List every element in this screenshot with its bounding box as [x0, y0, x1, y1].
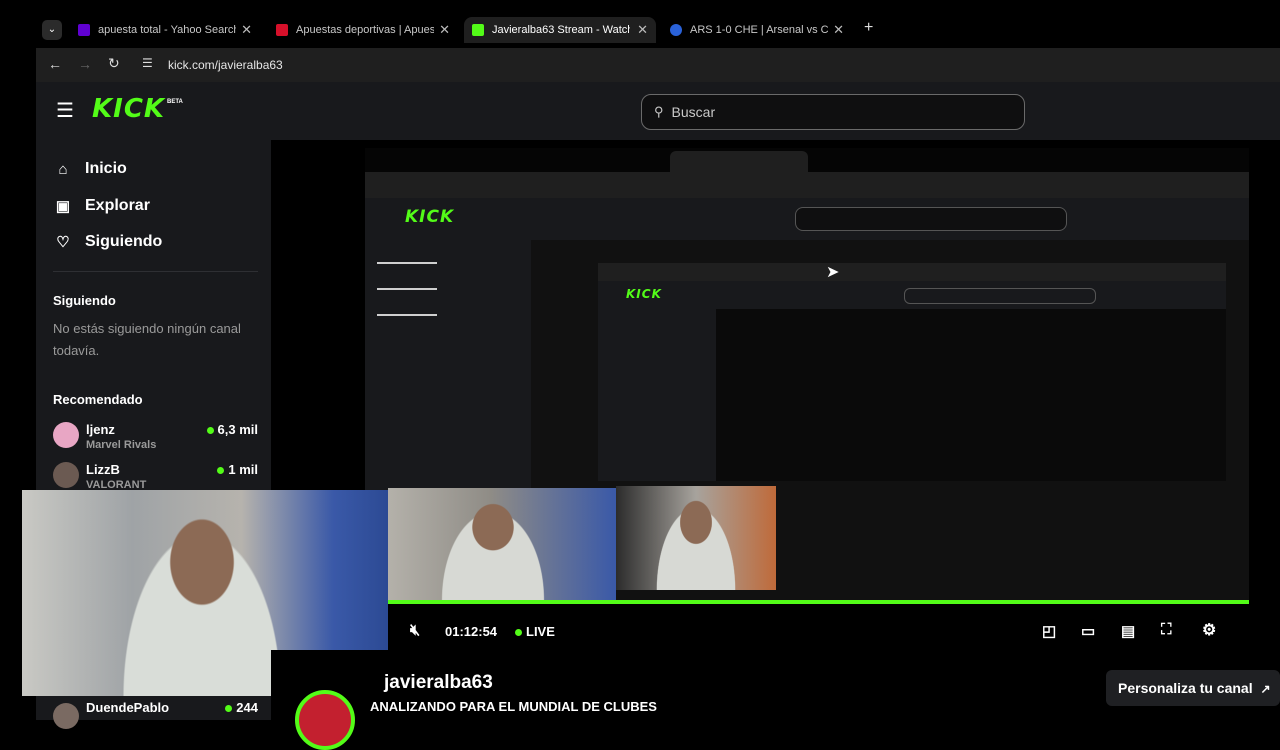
live-dot-icon — [515, 629, 522, 637]
viewer-count: 1 mil — [217, 462, 258, 477]
tab-yahoo[interactable]: apuesta total - Yahoo Search Tu ✕ — [70, 17, 260, 43]
forward-icon[interactable]: → — [78, 56, 92, 72]
sidebar-divider — [53, 271, 258, 272]
close-tab-icon[interactable]: ✕ — [439, 22, 450, 38]
nested-kick-logo: KICK — [405, 207, 455, 227]
viewer-count-text: 1 mil — [228, 462, 258, 477]
list-item[interactable]: DuendePablo 244 — [53, 700, 258, 729]
clip-icon[interactable]: ▤ — [1121, 622, 1135, 640]
tab-title: Javieralba63 Stream - Watch Li — [492, 24, 630, 36]
channel-name: DuendePablo — [86, 700, 170, 715]
search-input[interactable]: ⚲ Buscar — [641, 94, 1025, 130]
nested-active-tab — [670, 151, 808, 172]
inner-sidebar — [598, 309, 716, 481]
beta-badge: BETA — [167, 99, 183, 105]
inner-url-bar — [598, 263, 1226, 281]
home-icon: ⌂ — [58, 160, 68, 178]
channel-avatar[interactable] — [295, 690, 355, 750]
close-tab-icon[interactable]: ✕ — [241, 22, 252, 38]
channel-name: LizzB — [86, 462, 120, 477]
following-empty-text: No estás siguiendo ningún canal todavía. — [53, 321, 241, 358]
list-item[interactable]: ljenz Marvel Rivals 6,3 mil — [53, 422, 258, 456]
theater-icon[interactable]: ▭ — [1081, 622, 1095, 640]
stream-progress-bar[interactable] — [388, 600, 1249, 604]
yahoo-favicon-icon — [78, 24, 90, 36]
search-placeholder: Buscar — [671, 104, 716, 120]
kick-header: ☰ KICK BETA ⚲ Buscar — [36, 82, 1280, 140]
webcam-echo-person — [646, 486, 746, 590]
close-tab-icon[interactable]: ✕ — [833, 22, 844, 38]
inner-tab-bar — [598, 245, 1226, 263]
arsenal-favicon-icon — [670, 24, 682, 36]
menu-icon[interactable]: ☰ — [56, 98, 74, 123]
settings-icon[interactable]: ⚙ — [1202, 620, 1216, 640]
webcam-echo-person — [428, 488, 558, 600]
mouse-cursor-icon: ➤ — [826, 264, 840, 281]
stream-time: 01:12:54 — [445, 624, 498, 639]
browser-tab-bar: ⌄ apuesta total - Yahoo Search Tu ✕ Apue… — [36, 14, 1280, 46]
search-icon: ⚲ — [654, 104, 664, 119]
channel-category: Marvel Rivals — [86, 439, 157, 451]
external-link-icon: ↗ — [1260, 682, 1271, 696]
recommended-title: Recomendado — [53, 392, 143, 407]
tab-title: apuesta total - Yahoo Search Tu — [98, 24, 236, 36]
channel-name: ljenz — [86, 422, 115, 437]
live-dot-icon — [217, 467, 225, 475]
sidebar-item-explorar[interactable]: ▣ Explorar — [54, 197, 150, 215]
webcam-echo-1 — [388, 488, 616, 600]
heart-icon: ♡ — [56, 234, 70, 251]
sidebar-item-label: Explorar — [85, 197, 150, 214]
new-tab-button[interactable]: + — [864, 19, 873, 37]
address-bar-row: ← → ↻ ☰ kick.com/javieralba63 — [36, 48, 1280, 82]
fullscreen-icon[interactable]: ⛶ — [1161, 621, 1172, 638]
sidebar-item-label: Inicio — [85, 160, 127, 177]
sidebar-item-siguiendo[interactable]: ♡ Siguiendo — [54, 233, 162, 251]
tab-title: ARS 1-0 CHE | Arsenal vs Chelse — [690, 24, 828, 36]
following-title: Siguiendo — [53, 293, 116, 308]
nested-url-bar — [365, 172, 1249, 198]
inner-search — [904, 288, 1096, 304]
nested-search — [795, 207, 1067, 231]
customize-channel-button[interactable]: Personaliza tu canal ↗ — [1106, 670, 1280, 706]
explore-icon: ▣ — [55, 198, 71, 215]
stream-title: ANALIZANDO PARA EL MUNDIAL DE CLUBES — [370, 699, 657, 714]
avatar — [53, 703, 79, 729]
live-text: LIVE — [526, 624, 555, 639]
live-dot-icon — [206, 427, 214, 435]
reload-icon[interactable]: ↻ — [108, 55, 120, 72]
tab-kick-active[interactable]: Javieralba63 Stream - Watch Li ✕ — [464, 17, 656, 43]
apuestas-favicon-icon — [276, 24, 288, 36]
live-dot-icon — [225, 705, 233, 713]
avatar — [53, 462, 79, 488]
back-icon[interactable]: ← — [48, 56, 62, 72]
nested-sidebar-lines — [377, 254, 437, 334]
close-tab-icon[interactable]: ✕ — [637, 22, 648, 38]
site-info-icon[interactable]: ☰ — [142, 56, 153, 70]
sidebar-item-inicio[interactable]: ⌂ Inicio — [54, 160, 127, 178]
pip-icon[interactable]: ◰ — [1042, 622, 1056, 640]
tab-apuestas[interactable]: Apuestas deportivas | Apuestas ✕ — [268, 17, 458, 43]
inner-kick-logo: KICK — [626, 287, 662, 301]
viewer-count: 244 — [225, 700, 258, 715]
avatar — [53, 422, 79, 448]
tab-arsenal[interactable]: ARS 1-0 CHE | Arsenal vs Chelse ✕ — [662, 17, 852, 43]
sidebar-item-label: Siguiendo — [85, 233, 163, 250]
url-text[interactable]: kick.com/javieralba63 — [168, 58, 283, 72]
live-badge: LIVE — [515, 624, 555, 639]
kick-favicon-icon — [472, 24, 484, 36]
tab-search-button[interactable]: ⌄ — [42, 20, 62, 40]
kick-logo[interactable]: KICK — [92, 94, 165, 124]
viewer-count: 6,3 mil — [206, 422, 258, 437]
stream-capture-inner-screen: KICK — [598, 245, 1226, 481]
mute-icon[interactable]: 🔇︎ — [410, 622, 420, 640]
viewer-count-text: 6,3 mil — [217, 422, 258, 437]
tab-title: Apuestas deportivas | Apuestas — [296, 24, 434, 36]
customize-label: Personaliza tu canal — [1118, 680, 1253, 696]
webcam-echo-2 — [616, 486, 776, 590]
channel-name[interactable]: javieralba63 — [384, 672, 493, 694]
viewer-count-text: 244 — [236, 700, 258, 715]
